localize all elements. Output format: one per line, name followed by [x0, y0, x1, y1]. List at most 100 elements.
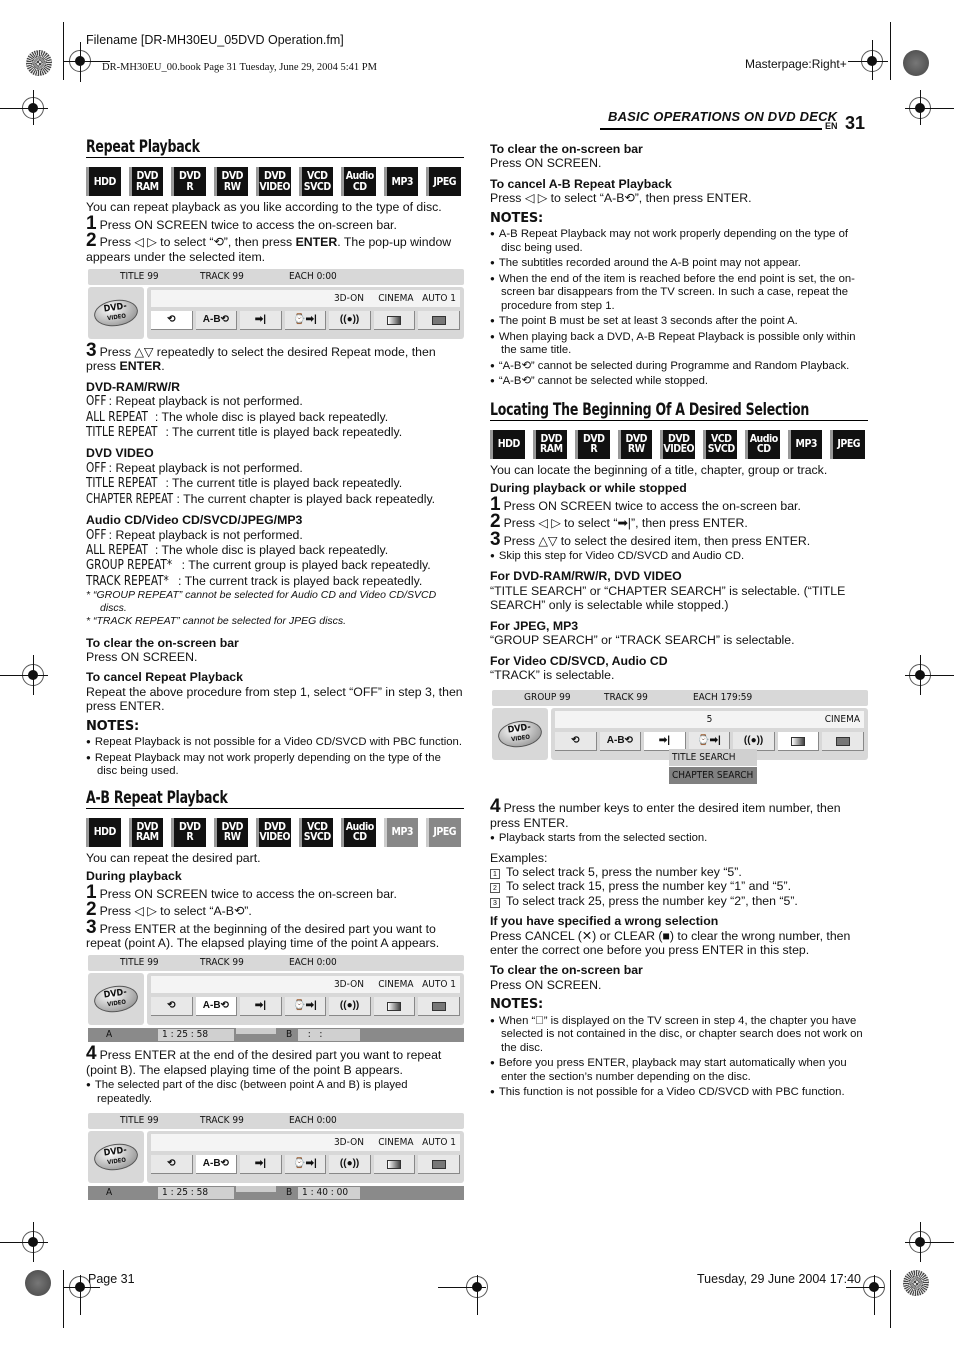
pip-icon — [835, 736, 850, 746]
badge-hdd: HDD — [86, 167, 121, 197]
note-item: A-B Repeat Playback may not work properl… — [490, 227, 868, 255]
crop-line — [63, 22, 64, 80]
popup-chapter-search[interactable]: CHAPTER SEARCH — [669, 767, 757, 785]
badge-jpeg-disabled: JPEG — [426, 817, 461, 847]
step-text: Press ◁ ▷ to select “➡|”, then press ENT… — [503, 516, 748, 531]
crop-line — [64, 1287, 100, 1288]
note-item: This function is not possible for a Vide… — [490, 1085, 868, 1100]
osd-3d: 3D-ON — [333, 979, 364, 991]
osd-title: TITLE 99 — [120, 957, 159, 969]
example-item: 1 To select track 5, press the number key… — [490, 865, 868, 880]
note-item: Repeat Playback may not work properly de… — [86, 751, 464, 779]
ab-repeat-button[interactable]: A-B⟲ — [195, 311, 238, 331]
badge-vcd-svcd: VCD SVCD — [298, 817, 333, 847]
badge-dvd-ram: DVD RAM — [532, 429, 567, 459]
osd-each: EACH 179:59 — [693, 692, 753, 704]
picture-button[interactable] — [373, 997, 416, 1017]
header-masterpage: Masterpage:Right+ — [745, 57, 847, 71]
osd-title: TITLE 99 — [120, 1115, 159, 1127]
registration-disc-icon — [903, 50, 929, 76]
osd-info-row: TITLE 99 TRACK 99 EACH 0:00 — [88, 1113, 464, 1130]
notes-list: A-B Repeat Playback may not work properl… — [490, 227, 868, 389]
crop-line — [920, 655, 921, 695]
repeat-step-3: 3 Press △▽ repeatedly to select the desir… — [86, 340, 436, 374]
picture-icon — [387, 315, 402, 325]
audio-button[interactable]: ((●)) — [329, 997, 371, 1017]
mode-row: OFF: Repeat playback is not performed. — [86, 528, 464, 543]
crop-line — [872, 40, 873, 80]
time-search-button[interactable]: ⌚➡| — [284, 311, 327, 331]
note-item: Repeat Playback is not possible for a Vi… — [86, 735, 464, 750]
picture-button[interactable] — [373, 1155, 416, 1175]
osd-auto: AUTO 1 — [422, 979, 456, 991]
picture-icon — [791, 736, 806, 746]
audio-button[interactable]: ((●)) — [329, 1155, 371, 1175]
popup-title-search[interactable]: TITLE SEARCH — [669, 749, 757, 767]
picture-button[interactable] — [777, 732, 820, 752]
pip-button[interactable] — [418, 311, 461, 331]
point-b-time: 1 : 40 : 00 — [298, 1187, 360, 1200]
pip-button[interactable] — [822, 732, 865, 752]
badge-audio-cd: Audio CD — [341, 167, 376, 197]
mode-row: TITLE REPEAT: The current title is playe… — [86, 425, 464, 440]
note-item: “A-B⟲” cannot be selected during Program… — [490, 359, 868, 374]
search-button[interactable]: ➡| — [240, 997, 282, 1017]
repeat-button[interactable]: ⟲ — [151, 997, 193, 1017]
crop-line — [874, 1275, 875, 1315]
locate-step-2: 2 Press ◁ ▷ to select “➡|”, then press EN… — [490, 511, 748, 533]
time-search-button[interactable]: ⌚➡| — [284, 1155, 327, 1175]
crop-line — [905, 1242, 954, 1243]
repeat-button[interactable]: ⟲ — [555, 732, 597, 752]
left-column: Repeat Playback HDD DVD RAM DVD R DVD RW… — [86, 138, 464, 1205]
ab-time-bar: A 1 : 25 : 58 B : : — [88, 1028, 464, 1043]
osd-auto: AUTO 1 — [422, 1137, 456, 1149]
mode-name: TRACK REPEAT* — [86, 573, 169, 589]
ab-repeat-button[interactable]: A-B⟲ — [599, 732, 642, 752]
repeat-button[interactable]: ⟲ — [151, 1155, 193, 1175]
registration-starburst-icon — [26, 50, 52, 76]
badge-dvd-video: DVD VIDEO — [256, 167, 291, 197]
search-button[interactable]: ➡| — [240, 311, 282, 331]
badge-dvd-r: DVD R — [575, 429, 610, 459]
note-item: The subtitles recorded around the A-B po… — [490, 256, 868, 271]
point-a-label: A — [106, 1187, 113, 1199]
pip-button[interactable] — [418, 1155, 461, 1175]
osd-track: TRACK 99 — [200, 271, 244, 283]
repeat-button[interactable]: ⟲ — [151, 311, 193, 331]
pip-button[interactable] — [418, 997, 461, 1017]
ab-step-4: 4 Press ENTER at the end of the desired p… — [86, 1043, 442, 1077]
registration-starburst-icon — [903, 1270, 929, 1296]
badge-dvd-r: DVD R — [171, 167, 206, 197]
crop-line — [63, 1270, 64, 1328]
examples-heading: Examples: — [490, 850, 548, 865]
notes-list: When “⃠” is displayed on the TV screen i… — [490, 1014, 868, 1100]
mode-desc: : The whole disc is played back repeated… — [154, 542, 389, 557]
point-b-time: : : — [298, 1029, 360, 1042]
step-text: Press ENTER at the beginning of the desi… — [86, 921, 440, 950]
crop-line — [0, 1242, 48, 1243]
locate-intro: You can locate the beginning of a title,… — [490, 462, 828, 477]
osd-info-row: TITLE 99 TRACK 99 EACH 0:00 — [88, 955, 464, 972]
logo-text: VIDEO — [510, 733, 531, 744]
crop-line — [920, 90, 921, 125]
ab-repeat-button[interactable]: A-B⟲ — [195, 997, 238, 1017]
audio-button[interactable]: ((●)) — [329, 311, 371, 331]
osd-status-row: 3D-ON CINEMA AUTO 1 — [151, 1134, 460, 1152]
osd-status-row: 3D-ON CINEMA AUTO 1 — [151, 976, 460, 994]
notes-heading: NOTES: — [490, 210, 544, 226]
badge-jpeg: JPEG — [830, 429, 865, 459]
onscreen-bar-ab-a: TITLE 99 TRACK 99 EACH 0:00 DVD- VIDEO 3D… — [88, 955, 464, 1043]
search-button[interactable]: ➡| — [240, 1155, 282, 1175]
step-text: Press ◁ ▷ to select “⟲”, then press — [99, 235, 296, 250]
ab-repeat-button[interactable]: A-B⟲ — [195, 1155, 238, 1175]
note-item: When “⃠” is displayed on the TV screen i… — [490, 1014, 868, 1056]
time-search-button[interactable]: ⌚➡| — [284, 997, 327, 1017]
crop-line — [33, 90, 34, 125]
osd-cinema: CINEMA — [378, 293, 414, 305]
mode-name: GROUP REPEAT* — [86, 558, 173, 574]
crop-line — [905, 675, 954, 676]
step-text: Press ON SCREEN twice to access the on-s… — [99, 886, 397, 901]
picture-button[interactable] — [373, 311, 416, 331]
mode-desc: : The current track is played back repea… — [178, 573, 423, 588]
badge-audio-cd: Audio CD — [341, 817, 376, 847]
